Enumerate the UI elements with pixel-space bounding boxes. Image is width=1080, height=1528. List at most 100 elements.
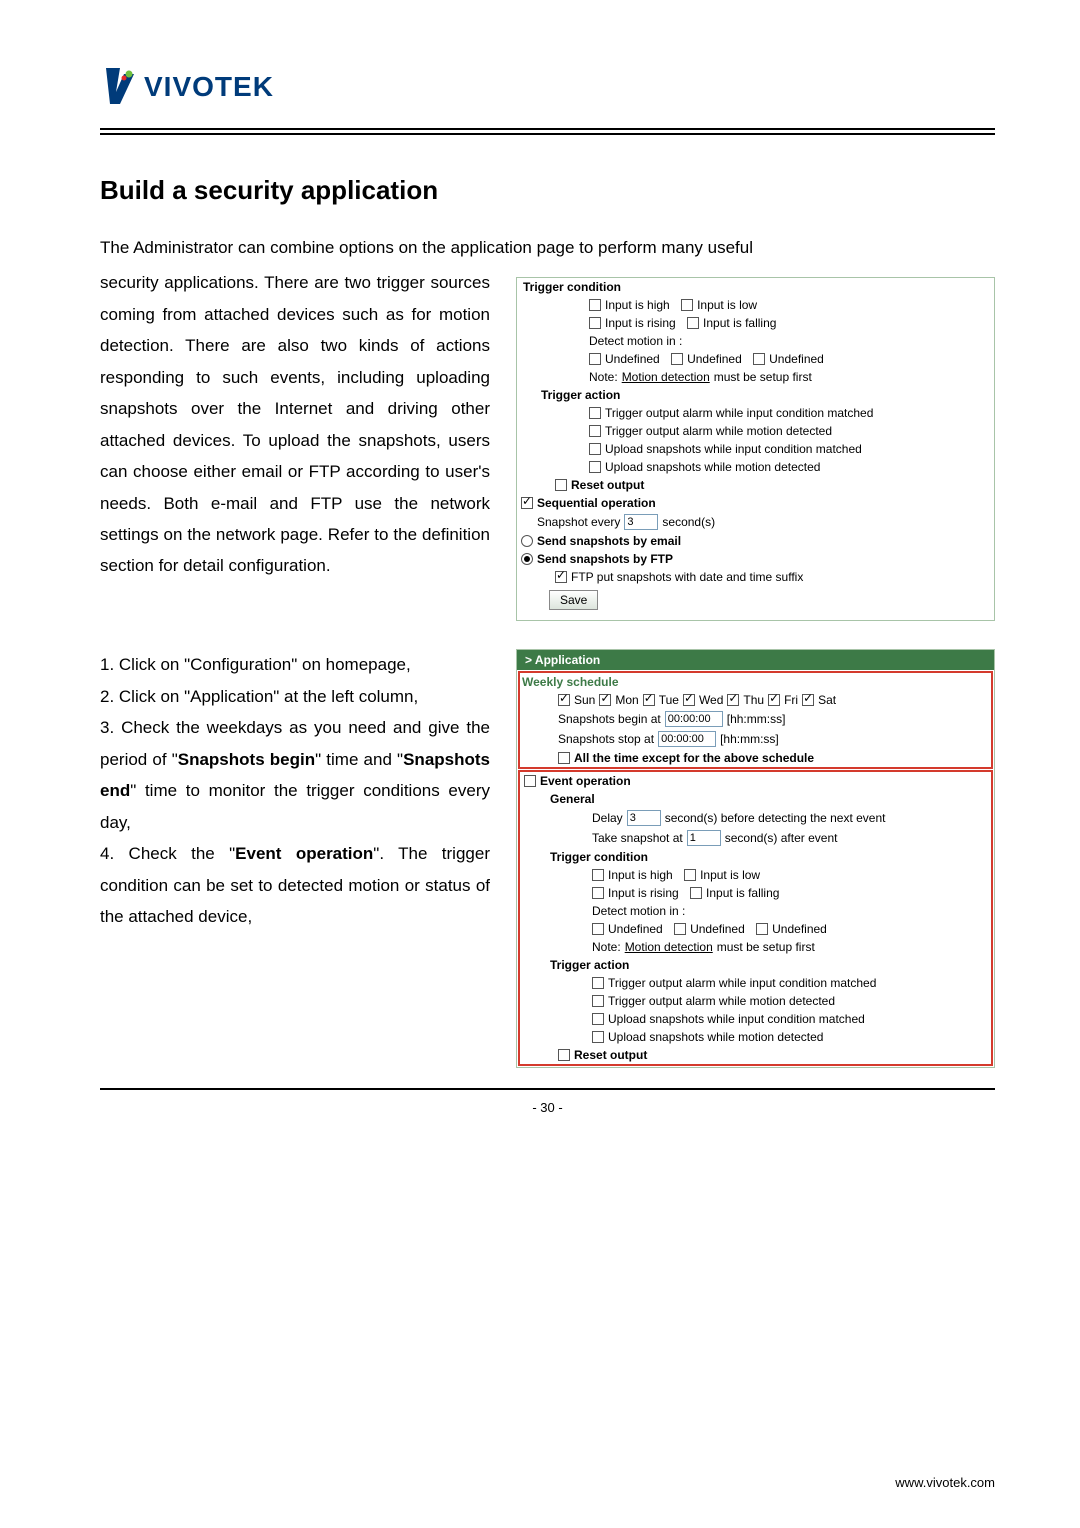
snap-begin-input[interactable] [665,711,723,727]
ta4-checkbox[interactable] [589,461,601,473]
save-button[interactable]: Save [549,590,598,610]
intro-line: The Administrator can combine options on… [100,232,995,263]
input-low-checkbox[interactable] [681,299,693,311]
mon-checkbox[interactable] [599,694,611,706]
ta4-label: Upload snapshots while motion detected [605,460,820,474]
undef3-checkbox[interactable] [753,353,765,365]
input-falling-checkbox[interactable] [687,317,699,329]
input-high-checkbox[interactable] [589,299,601,311]
site-url: www.vivotek.com [895,1475,995,1490]
seq-op-checkbox[interactable] [521,497,533,509]
send-email-radio[interactable] [521,535,533,547]
undef3-checkbox2[interactable] [756,923,768,935]
note-pre: Note: [589,370,618,384]
page-number: - 30 - [100,1100,995,1115]
event-op-checkbox[interactable] [524,775,536,787]
take-post: second(s) after event [725,831,838,845]
snap-stop-input[interactable] [658,731,716,747]
ta1-checkbox2[interactable] [592,977,604,989]
weekly-schedule-hdr: Weekly schedule [520,673,991,691]
ta2-label: Trigger output alarm while motion detect… [605,424,832,438]
wed-checkbox[interactable] [683,694,695,706]
input-rising-label: Input is rising [605,316,676,330]
note-post: must be setup first [714,370,812,384]
snap-every-pre: Snapshot every [537,515,620,529]
delay-input[interactable] [627,810,661,826]
undef2-label: Undefined [687,352,742,366]
trigger-panel: Trigger condition Input is high Input is… [516,277,995,621]
body-paragraph-1: security applications. There are two tri… [100,267,490,581]
trigger-action-hdr: Trigger action [517,386,994,404]
ta3-checkbox[interactable] [589,443,601,455]
application-header: > Application [517,650,994,670]
undef1-checkbox2[interactable] [592,923,604,935]
undef2-checkbox[interactable] [671,353,683,365]
step-2: 2. Click on "Application" at the left co… [100,681,490,712]
input-rising-checkbox[interactable] [589,317,601,329]
ta2-checkbox[interactable] [589,425,601,437]
undef1-label: Undefined [605,352,660,366]
send-ftp-label: Send snapshots by FTP [537,552,673,566]
brand-logo: VIVOTEK [100,60,995,110]
send-ftp-radio[interactable] [521,553,533,565]
reset-output-label: Reset output [571,478,644,492]
ta1-checkbox[interactable] [589,407,601,419]
seq-op-label: Sequential operation [537,496,656,510]
reset-output-checkbox[interactable] [555,479,567,491]
sat-checkbox[interactable] [802,694,814,706]
steps-block: 1. Click on "Configuration" on homepage,… [100,649,490,932]
all-time-checkbox[interactable] [558,752,570,764]
event-op-label: Event operation [540,774,631,788]
divider-top [100,128,995,135]
input-rising-checkbox2[interactable] [592,887,604,899]
ta2-checkbox2[interactable] [592,995,604,1007]
hhmmss-2: [hh:mm:ss] [720,732,779,746]
undef3-label: Undefined [769,352,824,366]
ftp-suffix-label: FTP put snapshots with date and time suf… [571,570,803,584]
step-4: 4. Check the "Event operation". The trig… [100,838,490,932]
thu-checkbox[interactable] [727,694,739,706]
ta1-label: Trigger output alarm while input conditi… [605,406,873,420]
undef2-checkbox2[interactable] [674,923,686,935]
take-pre: Take snapshot at [592,831,683,845]
detect-motion-label: Detect motion in : [589,334,682,348]
trigger-condition-hdr: Trigger condition [517,278,994,296]
trigger-condition-hdr2: Trigger condition [520,848,991,866]
delay-post: second(s) before detecting the next even… [665,811,886,825]
snap-every-input[interactable] [624,514,658,530]
send-email-label: Send snapshots by email [537,534,681,548]
snap-every-post: second(s) [662,515,715,529]
ftp-suffix-checkbox[interactable] [555,571,567,583]
weekly-schedule-box: Weekly schedule Sun Mon Tue Wed Thu Fri … [518,671,993,769]
sun-checkbox[interactable] [558,694,570,706]
input-low-checkbox2[interactable] [684,869,696,881]
motion-detection-link2[interactable]: Motion detection [625,940,713,954]
all-time-label: All the time except for the above schedu… [574,751,814,765]
snap-stop-pre: Snapshots stop at [558,732,654,746]
ta3-label: Upload snapshots while input condition m… [605,442,862,456]
ta4-checkbox2[interactable] [592,1031,604,1043]
motion-detection-link[interactable]: Motion detection [622,370,710,384]
tue-checkbox[interactable] [643,694,655,706]
undef1-checkbox[interactable] [589,353,601,365]
input-high-checkbox2[interactable] [592,869,604,881]
divider-bottom [100,1088,995,1090]
svg-text:VIVOTEK: VIVOTEK [144,71,274,102]
fri-checkbox[interactable] [768,694,780,706]
input-high-label: Input is high [605,298,670,312]
take-input[interactable] [687,830,721,846]
step-3: 3. Check the weekdays as you need and gi… [100,712,490,838]
reset-output-checkbox2[interactable] [558,1049,570,1061]
general-hdr: General [520,790,991,808]
page-title: Build a security application [100,175,995,206]
ta3-checkbox2[interactable] [592,1013,604,1025]
event-operation-box: Event operation General Delay second(s) … [518,770,993,1066]
input-low-label: Input is low [697,298,757,312]
hhmmss-1: [hh:mm:ss] [727,712,786,726]
step-1: 1. Click on "Configuration" on homepage, [100,649,490,680]
trigger-action-hdr2: Trigger action [520,956,991,974]
input-falling-checkbox2[interactable] [690,887,702,899]
application-panel: > Application Weekly schedule Sun Mon Tu… [516,649,995,1068]
delay-pre: Delay [592,811,623,825]
snap-begin-pre: Snapshots begin at [558,712,661,726]
